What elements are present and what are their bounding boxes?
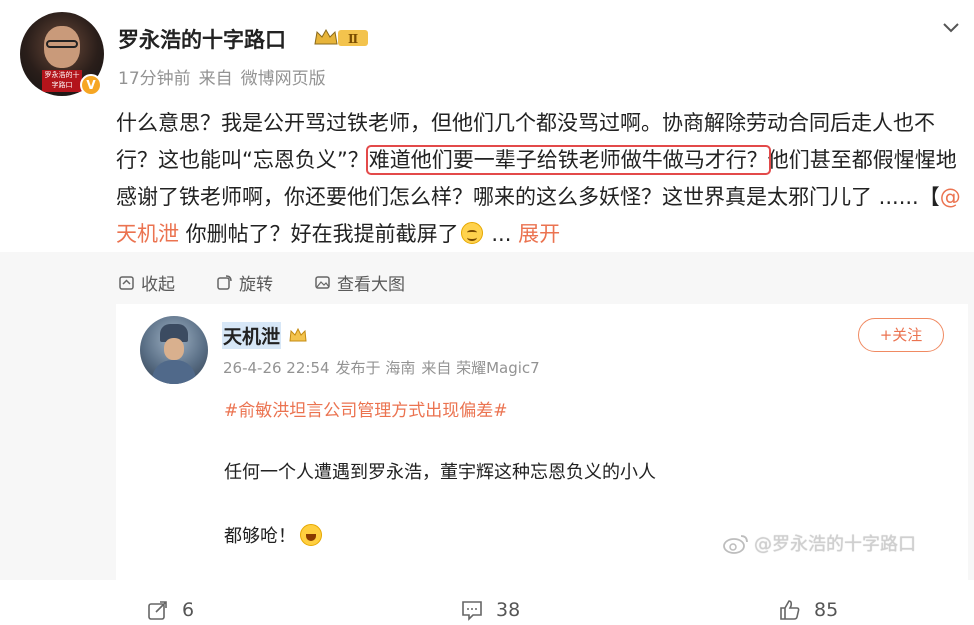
comment-icon [462,601,482,621]
embedded-source: 来自 荣耀Magic7 [421,359,540,377]
weibo-post: 罗永浩的十字路口 V 罗永浩的十字路口 Ⅱ 17分钟前 来自 微博网页版 什么意思？… [0,0,974,625]
like-button[interactable]: 85 [778,598,838,622]
avatar-glasses [46,40,78,48]
embedded-author-avatar [140,316,208,384]
collapse-icon [119,276,134,290]
comment-button[interactable]: 38 [460,598,520,622]
vip-crown-icon[interactable]: Ⅱ [313,27,370,49]
embedded-meta: 26-4-26 22:54 发布于 海南 来自 荣耀Magic7 [223,357,546,378]
laugh-emoji-icon [300,524,322,546]
collapse-label: 收起 [141,275,175,295]
repost-button[interactable]: 6 [146,598,194,622]
smile-emoji-icon [460,222,483,244]
weibo-logo-icon [723,535,748,554]
embedded-text-line2-text: 都够呛！ [224,526,296,547]
view-large-label: 查看大图 [337,275,405,295]
collapse-button[interactable]: 收起 [118,270,175,295]
rotate-button[interactable]: 旋转 [216,270,273,295]
source-prefix: 来自 [198,69,233,89]
embedded-author-name: 天机泄 [222,322,282,349]
like-count: 85 [814,599,839,621]
image-icon [315,276,330,289]
post-meta: 17分钟前 来自 微博网页版 [118,64,334,89]
author-name[interactable]: 罗永浩的十字路口 [118,24,286,54]
embedded-text-line2: 都够呛！ [224,522,322,548]
rotate-label: 旋转 [239,275,273,295]
post-text: 什么意思？我是公开骂过铁老师，但他们几个都没骂过啊。协商解除劳动合同后走人也不行… [116,105,966,253]
repost-count: 6 [182,599,195,621]
post-text-part3: 你删帖了？好在我提前截屏了 [179,222,459,246]
post-time[interactable]: 17分钟前 [118,69,191,89]
comment-count: 38 [496,599,521,621]
watermark-text: @罗永浩的十字路口 [754,534,916,555]
avatar-tag: 罗永浩的十字路口 [42,70,82,92]
post-source: 微博网页版 [240,69,326,89]
level-badge-icon [289,327,307,342]
embedded-text-line1: 任何一个人遭遇到罗永浩，董宇辉这种忘恩负义的小人 [224,462,656,483]
repost-icon [148,601,167,620]
highlighted-sentence: 难道他们要一辈子给铁老师做牛做马才行？ [365,145,771,175]
embedded-date: 26-4-26 22:54 [223,359,330,377]
rank-badge-text: Ⅱ [348,32,358,46]
weibo-watermark: @罗永浩的十字路口 [722,530,916,556]
embedded-follow-button: +关注 [858,318,944,352]
expand-link[interactable]: 展开 [518,222,560,246]
post-ellipsis: ... [484,222,519,246]
view-large-button[interactable]: 查看大图 [314,270,405,295]
verified-v-icon: V [80,74,102,96]
embedded-hashtag: #俞敏洪坦言公司管理方式出现偏差# [224,401,508,421]
avatar-face [164,338,184,360]
embedded-location: 发布于 海南 [335,359,416,377]
chevron-down-icon[interactable] [940,16,962,38]
rotate-icon [217,275,232,290]
thumbs-up-icon [780,600,800,620]
avatar-body [152,360,196,384]
